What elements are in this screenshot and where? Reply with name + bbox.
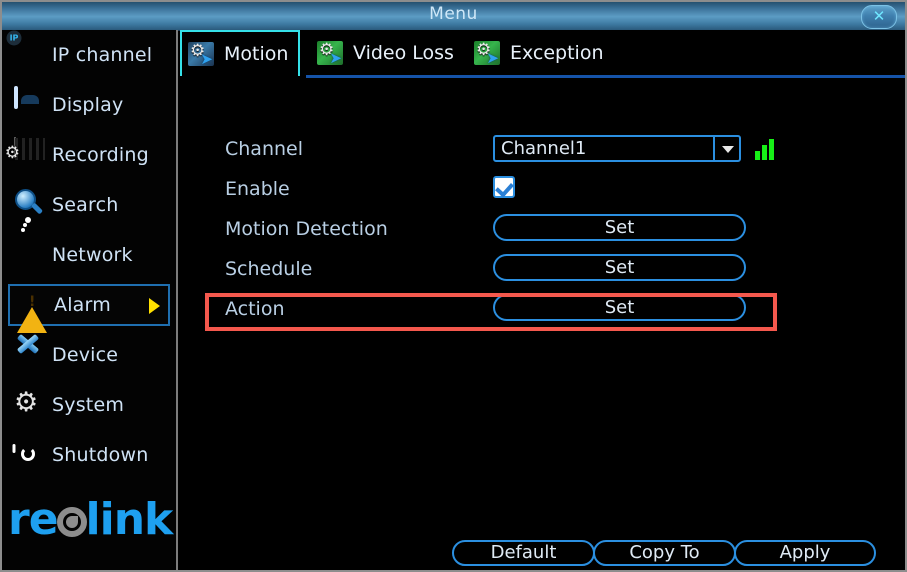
reolink-logo: re link xyxy=(8,490,178,550)
logo-text-part1: re xyxy=(8,494,59,545)
motion-detection-label: Motion Detection xyxy=(225,218,388,240)
tab-underline xyxy=(306,75,905,78)
window-title: Menu xyxy=(429,4,478,24)
action-label: Action xyxy=(225,298,285,320)
sidebar-item-recording[interactable]: Recording xyxy=(8,134,170,176)
sidebar-item-label: System xyxy=(52,394,125,416)
search-icon xyxy=(14,188,48,222)
videoloss-gear-arrow-icon: ⚙ ➤ xyxy=(317,40,343,67)
dvr-menu-window: Menu ✕ IP channel Display Recording Sear… xyxy=(0,0,907,572)
tab-label: Video Loss xyxy=(353,42,454,64)
enable-label: Enable xyxy=(225,178,290,200)
tab-motion[interactable]: ⚙ ➤ Motion xyxy=(180,30,301,76)
tab-bar: ⚙ ➤ Motion ⚙ ➤ Video Loss ⚙ ➤ Exception xyxy=(180,30,905,78)
schedule-label: Schedule xyxy=(225,258,313,280)
sidebar-item-label: Display xyxy=(52,94,124,116)
tab-exception[interactable]: ⚙ ➤ Exception xyxy=(468,30,614,76)
row-action: Action Set xyxy=(180,294,905,328)
copy-to-button[interactable]: Copy To xyxy=(593,540,736,566)
sidebar-item-label: Recording xyxy=(52,144,149,166)
row-motion-detection: Motion Detection Set xyxy=(180,214,905,248)
system-gear-icon: ⚙ xyxy=(14,387,39,418)
sidebar-item-search[interactable]: Search xyxy=(8,184,170,226)
channel-select[interactable]: Channel1 xyxy=(493,135,741,162)
sidebar-item-system[interactable]: ⚙ System xyxy=(8,384,170,426)
content-panel: ⚙ ➤ Motion ⚙ ➤ Video Loss ⚙ ➤ Exception Cha… xyxy=(180,30,905,570)
chevron-right-icon xyxy=(149,298,160,314)
tab-label: Motion xyxy=(224,43,289,65)
chevron-down-icon[interactable] xyxy=(713,137,739,160)
close-button[interactable]: ✕ xyxy=(861,5,897,29)
exception-gear-arrow-icon: ⚙ ➤ xyxy=(474,40,500,67)
signal-bars-icon[interactable] xyxy=(755,138,777,160)
sidebar-item-network[interactable]: Network xyxy=(8,234,170,276)
default-button[interactable]: Default xyxy=(452,540,595,566)
display-icon xyxy=(14,86,48,122)
logo-text-part2: link xyxy=(85,494,174,545)
sidebar-item-label: Search xyxy=(52,194,119,216)
power-icon xyxy=(14,438,48,472)
close-icon: ✕ xyxy=(872,7,886,25)
apply-button[interactable]: Apply xyxy=(734,540,876,566)
action-set-button[interactable]: Set xyxy=(493,294,746,321)
row-enable: Enable xyxy=(180,176,905,208)
sidebar-item-display[interactable]: Display xyxy=(8,84,170,126)
recording-icon xyxy=(14,137,48,172)
tab-video-loss[interactable]: ⚙ ➤ Video Loss xyxy=(311,30,464,76)
sidebar: IP channel Display Recording Search Netw… xyxy=(2,30,178,570)
row-channel: Channel Channel1 xyxy=(180,135,905,168)
enable-checkbox[interactable] xyxy=(493,176,515,198)
sidebar-item-label: Alarm xyxy=(54,294,111,316)
alarm-warning-icon xyxy=(16,288,50,333)
title-bar: Menu ✕ xyxy=(2,2,905,31)
logo-ring-icon xyxy=(56,507,87,537)
tab-label: Exception xyxy=(510,42,604,64)
channel-select-value: Channel1 xyxy=(501,138,587,159)
device-tools-icon xyxy=(14,338,48,372)
schedule-set-button[interactable]: Set xyxy=(493,254,746,281)
motion-gear-arrow-icon: ⚙ ➤ xyxy=(188,41,214,68)
sidebar-item-label: Network xyxy=(52,244,133,266)
row-schedule: Schedule Set xyxy=(180,254,905,288)
sidebar-item-device[interactable]: Device xyxy=(8,334,170,376)
sidebar-item-label: Shutdown xyxy=(52,444,149,466)
sidebar-item-ip-channel[interactable]: IP channel xyxy=(8,34,170,76)
sidebar-item-label: Device xyxy=(52,344,119,366)
channel-label: Channel xyxy=(225,138,304,160)
sidebar-item-shutdown[interactable]: Shutdown xyxy=(8,434,170,476)
sidebar-item-label: IP channel xyxy=(52,44,153,66)
sidebar-item-alarm[interactable]: Alarm xyxy=(8,284,170,333)
motion-detection-set-button[interactable]: Set xyxy=(493,214,746,241)
network-icon xyxy=(14,238,48,272)
ip-camera-icon xyxy=(14,38,48,72)
